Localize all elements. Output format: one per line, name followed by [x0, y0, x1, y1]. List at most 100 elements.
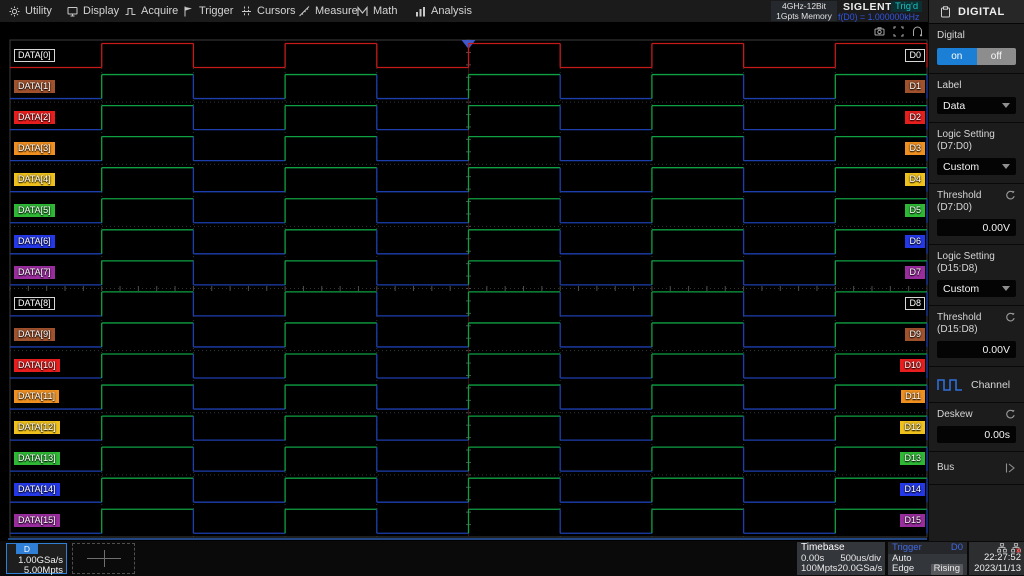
channel-label-left-D1[interactable]: DATA[1]	[14, 80, 55, 93]
toggle-off[interactable]: off	[977, 48, 1017, 65]
waveform-svg	[0, 22, 928, 541]
channel-label-left-D11[interactable]: DATA[11]	[14, 390, 59, 403]
channel-label-right-D15[interactable]: D15	[900, 514, 925, 527]
clock-box: 22:27:52 2023/11/13	[969, 542, 1024, 575]
trace-D7	[10, 261, 927, 285]
trigger-source: D0	[951, 543, 963, 554]
channel-label-left-D13[interactable]: DATA[13]	[14, 452, 60, 465]
menu-utility[interactable]: Utility	[0, 0, 58, 22]
channel-label-right-D9[interactable]: D9	[905, 328, 925, 341]
channel-label-left-D15[interactable]: DATA[15]	[14, 514, 60, 527]
deskew-field[interactable]: 0.00s	[937, 426, 1016, 443]
section-channel[interactable]: Channel	[929, 367, 1024, 403]
menu-analysis[interactable]: Analysis	[406, 0, 464, 22]
channel-label-right-D10[interactable]: D10	[900, 359, 925, 372]
trace-D2	[10, 106, 927, 130]
channel-label-right-D4[interactable]: D4	[905, 173, 925, 186]
label-dropdown[interactable]: Data	[937, 97, 1016, 114]
fullscreen-icon[interactable]	[893, 26, 904, 37]
camera-icon[interactable]	[874, 26, 885, 37]
menu-math[interactable]: Math	[348, 0, 406, 22]
channel-label-left-D8[interactable]: DATA[8]	[14, 297, 55, 310]
channel-label-left-D14[interactable]: DATA[14]	[14, 483, 60, 496]
channel-label-left-D10[interactable]: DATA[10]	[14, 359, 60, 372]
channel-label-left-D6[interactable]: DATA[6]	[14, 235, 55, 248]
timebase-descriptor[interactable]: Timebase 0.00s500us/div 100Mpts20.0GSa/s	[797, 542, 885, 575]
section-threshold-d7d0: Threshold (D7:D0) 0.00V	[929, 184, 1024, 245]
toggle-on[interactable]: on	[937, 48, 977, 65]
trace-D11	[10, 385, 927, 409]
menu-bar: Utility Display Acquire Trigger Cursors …	[0, 0, 928, 22]
add-channel-button[interactable]	[72, 543, 135, 574]
refresh-icon[interactable]	[1005, 312, 1016, 323]
channel-label-right-D8[interactable]: D8	[905, 297, 925, 310]
channel-label-right-D14[interactable]: D14	[900, 483, 925, 496]
refresh-icon[interactable]	[1005, 409, 1016, 420]
logic-d7d0-value: Custom	[943, 161, 979, 173]
section-label: Label Data	[929, 74, 1024, 123]
digital-settings-panel: DIGITAL Digital on off Label Data Logic …	[928, 0, 1024, 541]
section-digital: Digital on off	[929, 24, 1024, 74]
digital-pulse-icon	[937, 377, 963, 392]
trace-D3	[10, 137, 927, 161]
threshold-d15d8-field[interactable]: 0.00V	[937, 341, 1016, 358]
channel-label-left-D12[interactable]: DATA[12]	[14, 421, 60, 434]
chevron-down-icon	[1002, 286, 1010, 291]
digital-label: Digital	[937, 30, 1016, 42]
channel-label-right-D13[interactable]: D13	[900, 452, 925, 465]
logic-d15d8-value: Custom	[943, 283, 979, 295]
system-info: 4GHz-12Bit 1Gpts Memory	[771, 1, 837, 21]
menu-label: Analysis	[431, 5, 472, 17]
menu-cursors[interactable]: Cursors	[232, 0, 290, 22]
d-channel-tab[interactable]: D	[16, 544, 38, 554]
channel-label-right-D3[interactable]: D3	[905, 142, 925, 155]
trace-D13	[10, 447, 927, 471]
bus-caption: Bus	[937, 462, 954, 474]
channel-label-left-D7[interactable]: DATA[7]	[14, 266, 55, 279]
plus-icon	[104, 550, 105, 567]
channel-label-left-D3[interactable]: DATA[3]	[14, 142, 55, 155]
section-threshold-d15d8: Threshold (D15:D8) 0.00V	[929, 306, 1024, 367]
trace-D0	[10, 44, 927, 68]
digital-channel-descriptor[interactable]: D 1.00GSa/s 5.00Mpts	[6, 543, 67, 574]
trace-D1	[10, 75, 927, 99]
logic-d7d0-dropdown[interactable]: Custom	[937, 158, 1016, 175]
logic-d15d8-dropdown[interactable]: Custom	[937, 280, 1016, 297]
trace-D15	[10, 509, 927, 533]
timebase-title: Timebase	[801, 543, 845, 554]
section-bus[interactable]: Bus	[929, 452, 1024, 485]
trigger-descriptor[interactable]: TriggerD0 Auto EdgeRising	[888, 542, 967, 575]
trace-D5	[10, 199, 927, 223]
channel-label-left-D2[interactable]: DATA[2]	[14, 111, 55, 124]
channel-label-right-D1[interactable]: D1	[905, 80, 925, 93]
clock-time: 22:27:52	[972, 553, 1021, 564]
measure-ruler-icon	[299, 6, 310, 17]
math-icon	[357, 6, 368, 17]
channel-label-right-D7[interactable]: D7	[905, 266, 925, 279]
menu-trigger[interactable]: Trigger	[174, 0, 232, 22]
channel-label-left-D5[interactable]: DATA[5]	[14, 204, 55, 217]
channel-label-left-D0[interactable]: DATA[0]	[14, 49, 55, 62]
trigger-type: Edge	[892, 564, 914, 575]
menu-acquire[interactable]: Acquire	[116, 0, 174, 22]
channel-label-right-D5[interactable]: D5	[905, 204, 925, 217]
expand-chevron-icon	[1004, 462, 1016, 474]
channel-label-right-D2[interactable]: D2	[905, 111, 925, 124]
threshold-d7d0-field[interactable]: 0.00V	[937, 219, 1016, 236]
channel-label-right-D12[interactable]: D12	[900, 421, 925, 434]
refresh-icon[interactable]	[1005, 190, 1016, 201]
channel-label-right-D6[interactable]: D6	[905, 235, 925, 248]
trigger-title: Trigger	[892, 543, 922, 554]
threshold-d7d0-caption: Threshold (D7:D0)	[937, 190, 981, 214]
channel-label-right-D0[interactable]: D0	[905, 49, 925, 62]
channel-label-left-D4[interactable]: DATA[4]	[14, 173, 55, 186]
menu-display[interactable]: Display	[58, 0, 116, 22]
channel-label-left-D9[interactable]: DATA[9]	[14, 328, 55, 341]
memory-depth: 5.00Mpts	[24, 565, 63, 576]
channel-label-right-D11[interactable]: D11	[901, 390, 925, 403]
menu-measure[interactable]: Measure	[290, 0, 348, 22]
oscilloscope-screen: Utility Display Acquire Trigger Cursors …	[0, 0, 1024, 576]
section-deskew: Deskew 0.00s	[929, 403, 1024, 452]
trace-D9	[10, 323, 927, 347]
history-icon[interactable]	[912, 26, 923, 37]
